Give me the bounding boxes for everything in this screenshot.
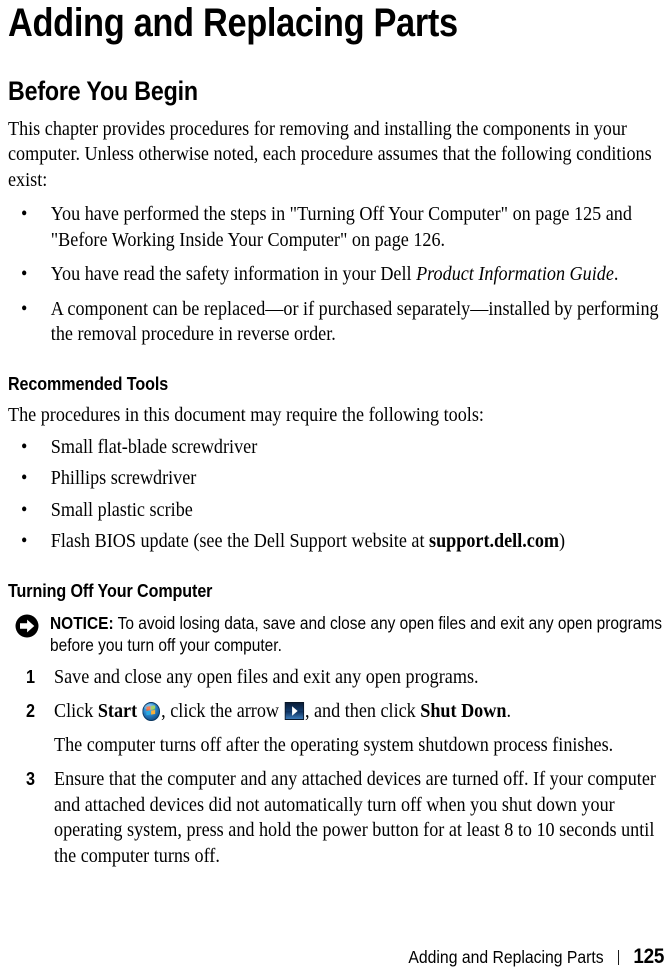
step-number: 3 bbox=[26, 769, 36, 790]
page-footer: Adding and Replacing Parts 125 bbox=[408, 945, 664, 968]
support-website-link[interactable]: support.dell.com bbox=[429, 531, 559, 552]
conditions-list: • You have performed the steps in "Turnin… bbox=[8, 193, 664, 348]
bullet-icon: • bbox=[21, 204, 28, 226]
heading-turning-off-your-computer: Turning Off Your Computer bbox=[8, 579, 213, 601]
list-item: • You have read the safety information in… bbox=[8, 253, 664, 288]
step-subtext: The computer turns off after the operati… bbox=[54, 734, 614, 756]
step-text: Save and close any open files and exit a… bbox=[54, 666, 479, 688]
bullet-icon: • bbox=[21, 298, 28, 320]
tool-text: Phillips screwdriver bbox=[50, 468, 197, 490]
tool-text: Small flat-blade screwdriver bbox=[50, 436, 258, 458]
list-item: • Small plastic scribe bbox=[8, 492, 664, 524]
list-item: • Phillips screwdriver bbox=[8, 460, 664, 492]
condition-text: A component can be replaced—or if purcha… bbox=[50, 298, 659, 346]
bullet-icon: • bbox=[21, 531, 28, 553]
step-item: 3 Ensure that the computer and any attac… bbox=[8, 758, 664, 869]
list-item: • A component can be replaced—or if purch… bbox=[8, 288, 664, 348]
step-text-part: . bbox=[506, 701, 511, 723]
blue-arrow-button-icon[interactable] bbox=[284, 702, 305, 721]
bullet-icon: • bbox=[21, 499, 28, 521]
footer-running-head: Adding and Replacing Parts bbox=[408, 947, 604, 967]
turning-off-steps: 1 Save and close any open files and exit… bbox=[8, 656, 664, 870]
tool-text-suffix: ) bbox=[559, 531, 566, 553]
notice-label: NOTICE: bbox=[50, 612, 114, 633]
heading-recommended-tools: Recommended Tools bbox=[8, 372, 169, 394]
step-text-part: Click bbox=[54, 701, 98, 723]
condition-text: You have performed the steps in "Turning… bbox=[50, 204, 632, 251]
before-you-begin-intro: This chapter provides procedures for rem… bbox=[8, 118, 652, 191]
tools-list: • Small flat-blade screwdriver • Phillips … bbox=[8, 429, 664, 555]
shut-down-label[interactable]: Shut Down bbox=[420, 701, 506, 722]
heading-before-you-begin: Before You Begin bbox=[8, 76, 198, 106]
windows-start-orb-icon[interactable] bbox=[142, 702, 161, 722]
document-page: Adding and Replacing Parts Before You Be… bbox=[0, 0, 672, 979]
step-text: Click Start , click the arrow , and then… bbox=[54, 699, 664, 725]
tool-text: Flash BIOS update (see the Dell Support … bbox=[50, 531, 430, 553]
page-title: Adding and Replacing Parts bbox=[8, 1, 458, 45]
notice-text: NOTICE: To avoid losing data, save and c… bbox=[50, 612, 663, 656]
notice-body: To avoid losing data, save and close any… bbox=[50, 612, 662, 655]
notice-arrow-icon bbox=[15, 614, 39, 638]
bullet-icon: • bbox=[21, 436, 28, 458]
footer-separator bbox=[617, 950, 619, 965]
condition-text: You have read the safety information in … bbox=[50, 264, 417, 286]
step-text-part: , and then click bbox=[304, 701, 421, 723]
notice-block: NOTICE: To avoid losing data, save and c… bbox=[8, 601, 664, 656]
step-number: 2 bbox=[26, 701, 36, 722]
condition-text-suffix: . bbox=[613, 264, 619, 286]
bullet-icon: • bbox=[21, 264, 28, 286]
list-item: • You have performed the steps in "Turnin… bbox=[8, 193, 664, 253]
step-text: Ensure that the computer and any attache… bbox=[54, 769, 656, 867]
condition-italic-title: Product Information Guide bbox=[416, 264, 614, 286]
start-menu-label[interactable]: Start bbox=[98, 701, 137, 722]
recommended-tools-intro: The procedures in this document may requ… bbox=[8, 405, 484, 427]
footer-page-number: 125 bbox=[633, 945, 664, 968]
bullet-icon: • bbox=[21, 468, 28, 490]
step-number: 1 bbox=[26, 666, 36, 687]
list-item: • Flash BIOS update (see the Dell Support… bbox=[8, 523, 664, 555]
step-item: 2 Click Start , click the arrow , and th… bbox=[8, 690, 664, 758]
step-item: 1 Save and close any open files and exit… bbox=[8, 656, 664, 691]
step-text-part: , click the arrow bbox=[161, 701, 284, 723]
list-item: • Small flat-blade screwdriver bbox=[8, 429, 664, 461]
tool-text: Small plastic scribe bbox=[50, 499, 193, 521]
